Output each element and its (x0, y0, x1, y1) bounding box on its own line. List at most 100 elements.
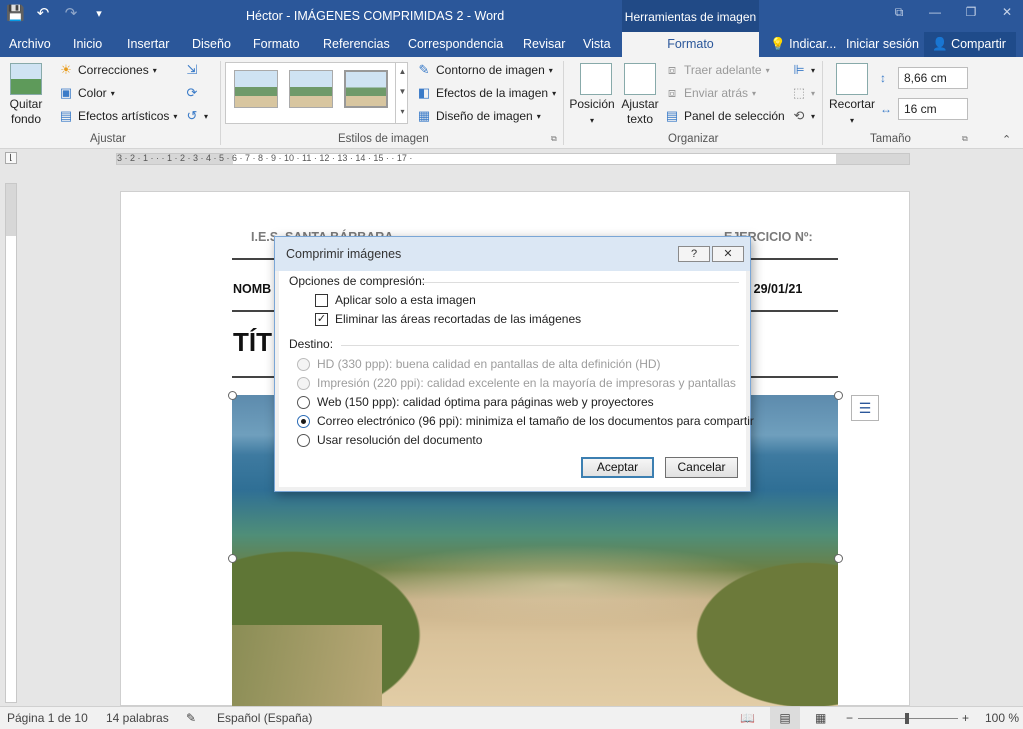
radio-web[interactable] (297, 395, 310, 409)
corrections-button[interactable]: ☀ Correcciones ▾ (58, 63, 157, 78)
zoom-slider-thumb[interactable] (905, 713, 909, 724)
wrap-text-button[interactable]: Ajustar texto (618, 97, 662, 127)
tab-insertar[interactable]: Insertar (127, 37, 169, 51)
position-button[interactable]: Posición ▾ (568, 97, 616, 128)
close-button[interactable]: ✕ (712, 246, 744, 262)
redo-icon[interactable]: ↷ (62, 4, 80, 22)
target-label-email: Correo electrónico (96 ppi): minimiza el… (317, 414, 754, 428)
style-thumbnail[interactable] (234, 70, 278, 108)
radio-document[interactable] (297, 433, 310, 447)
ok-button[interactable]: Aceptar (581, 457, 654, 478)
height-input[interactable]: 8,66 cm (898, 67, 968, 89)
help-button[interactable]: ? (678, 246, 710, 262)
delete-cropped-option[interactable]: ✓ Eliminar las áreas recortadas de las i… (315, 312, 581, 326)
tab-selector[interactable]: ⌊ (5, 152, 17, 164)
artistic-effects-button[interactable]: ▤ Efectos artísticos ▾ (58, 109, 178, 124)
vertical-ruler[interactable] (5, 183, 17, 703)
tab-referencias[interactable]: Referencias (323, 37, 390, 51)
change-picture-icon: ⟳ (186, 85, 198, 100)
apply-only-checkbox[interactable] (315, 293, 328, 307)
layout-options-icon[interactable]: ☰ (851, 395, 879, 421)
resize-handle[interactable] (834, 554, 843, 563)
tell-me-box[interactable]: 💡 Indicar... (770, 37, 836, 52)
language-indicator[interactable]: Español (España) (217, 711, 312, 725)
horizontal-ruler[interactable]: 3 · 2 · 1 · · · 1 · 2 · 3 · 4 · 5 · 6 · … (116, 153, 910, 165)
maximize-icon[interactable]: ❐ (955, 0, 987, 26)
remove-background-icon[interactable] (10, 63, 42, 95)
bring-forward-button[interactable]: ⧈ Traer adelante ▾ (664, 63, 770, 78)
reset-picture-button[interactable]: ↺ ▾ (184, 109, 208, 123)
zoom-out-icon[interactable]: − (846, 711, 853, 725)
print-layout-icon[interactable]: ▤ (770, 707, 800, 729)
width-input[interactable]: 16 cm (898, 98, 968, 120)
more-icon[interactable]: ▾ (396, 102, 409, 122)
send-backward-icon: ⧈ (667, 85, 677, 100)
dialog-launcher-icon[interactable]: ⧉ (962, 134, 968, 144)
change-picture-button[interactable]: ⟳ (184, 86, 200, 100)
proofing-icon[interactable]: ✎ (186, 711, 196, 725)
target-option-document[interactable]: Usar resolución del documento (297, 433, 482, 447)
zoom-in-icon[interactable]: + (962, 711, 969, 725)
send-backward-button[interactable]: ⧈ Enviar atrás ▾ (664, 85, 756, 101)
resize-handle[interactable] (834, 391, 843, 400)
word-count[interactable]: 14 palabras (106, 711, 169, 725)
picture-border-button[interactable]: ✎ Contorno de imagen ▾ (416, 63, 553, 78)
page-count[interactable]: Página 1 de 10 (7, 711, 88, 725)
save-icon[interactable]: 💾 (6, 4, 25, 22)
customize-qat-icon[interactable]: ▾ (90, 7, 108, 20)
gallery-scroll[interactable]: ▲ ▼ ▾ (395, 62, 409, 124)
read-mode-icon[interactable]: 📖 (740, 711, 755, 725)
target-option-email[interactable]: Correo electrónico (96 ppi): minimiza el… (297, 414, 754, 428)
style-thumbnail-selected[interactable] (344, 70, 388, 108)
dropdown-arrow-icon: ▾ (811, 111, 816, 121)
tab-diseno[interactable]: Diseño (192, 37, 231, 51)
radio-email[interactable] (297, 414, 310, 428)
resize-handle[interactable] (228, 391, 237, 400)
radio-hd[interactable] (297, 357, 310, 371)
selection-pane-button[interactable]: ▤ Panel de selección (664, 109, 785, 124)
target-option-web[interactable]: Web (150 ppp): calidad óptima para págin… (297, 395, 654, 409)
color-button[interactable]: ▣ Color ▾ (58, 86, 115, 101)
align-button[interactable]: ⊫ ▾ (791, 63, 815, 77)
tab-archivo[interactable]: Archivo (9, 37, 51, 51)
collapse-ribbon-icon[interactable]: ⌃ (1002, 133, 1011, 146)
tab-inicio[interactable]: Inicio (73, 37, 102, 51)
wrap-text-icon[interactable] (624, 63, 656, 95)
delete-cropped-checkbox[interactable]: ✓ (315, 312, 328, 326)
remove-background-button[interactable]: Quitar fondo (6, 97, 46, 127)
undo-icon[interactable]: ↶ (34, 4, 52, 22)
cancel-button[interactable]: Cancelar (665, 457, 738, 478)
minimize-icon[interactable]: — (919, 0, 951, 26)
tab-formato[interactable]: Formato (253, 37, 300, 51)
ribbon-display-icon[interactable]: ⧉ (883, 0, 915, 26)
scroll-up-icon[interactable]: ▲ (396, 62, 409, 82)
group-separator (563, 61, 564, 145)
picture-styles-gallery[interactable] (225, 62, 408, 124)
tab-vista[interactable]: Vista (583, 37, 611, 51)
tab-revisar[interactable]: Revisar (523, 37, 565, 51)
target-option-print[interactable]: Impresión (220 ppi): calidad excelente e… (297, 376, 736, 390)
web-layout-icon[interactable]: ▦ (815, 711, 826, 725)
crop-button[interactable]: Recortar ▾ (828, 97, 876, 128)
picture-effects-button[interactable]: ◧ Efectos de la imagen ▾ (416, 86, 556, 101)
scroll-down-icon[interactable]: ▼ (396, 82, 409, 102)
crop-icon[interactable] (836, 63, 868, 95)
radio-print[interactable] (297, 376, 310, 390)
close-icon[interactable]: ✕ (991, 0, 1023, 26)
apply-only-option[interactable]: Aplicar solo a esta imagen (315, 293, 476, 307)
tab-correspondencia[interactable]: Correspondencia (408, 37, 503, 51)
position-icon[interactable] (580, 63, 612, 95)
zoom-level[interactable]: 100 % (985, 711, 1019, 725)
rotate-button[interactable]: ⟲ ▾ (791, 109, 815, 123)
compress-pictures-button[interactable]: ⇲ (184, 63, 200, 77)
dialog-launcher-icon[interactable]: ⧉ (551, 134, 557, 144)
picture-layout-button[interactable]: ▦ Diseño de imagen ▾ (416, 109, 541, 124)
tab-formato-imagen[interactable]: Formato (622, 32, 759, 57)
resize-handle[interactable] (228, 554, 237, 563)
group-button[interactable]: ⬚ ▾ (791, 86, 815, 100)
style-thumbnail[interactable] (289, 70, 333, 108)
target-option-hd[interactable]: HD (330 ppp): buena calidad en pantallas… (297, 357, 661, 371)
share-button[interactable]: 👤 Compartir (924, 32, 1016, 57)
compress-pictures-dialog: Comprimir imágenes ? ✕ Opciones de compr… (274, 236, 754, 492)
sign-in-link[interactable]: Iniciar sesión (846, 37, 919, 51)
